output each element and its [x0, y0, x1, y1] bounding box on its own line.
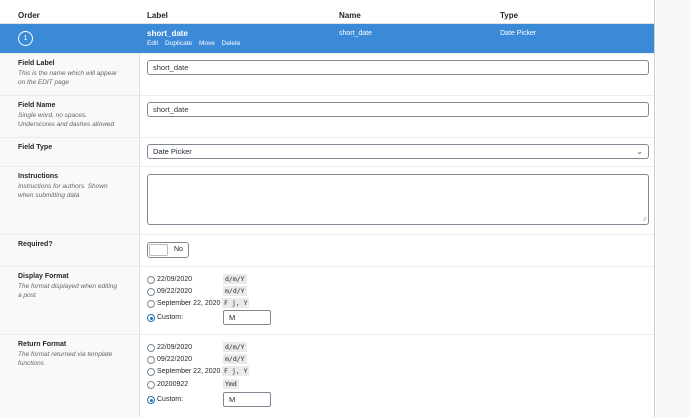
- format-code: F j, Y: [222, 366, 250, 376]
- column-label: Label: [147, 11, 168, 20]
- setting-required: Required? No: [0, 234, 654, 266]
- instructions-textarea[interactable]: ∕∕: [147, 174, 649, 225]
- setting-title: Return Format: [18, 341, 67, 348]
- setting-description: This is the name which will appear on th…: [18, 70, 117, 86]
- field-type-select[interactable]: Date Picker ⌄: [147, 144, 649, 159]
- setting-description: The format displayed when editing a post: [18, 283, 118, 299]
- setting-title: Field Name: [18, 102, 56, 109]
- field-type-value: Date Picker: [153, 147, 192, 156]
- radio-button[interactable]: [147, 276, 155, 284]
- setting-field-name: Field Name Single word, no spaces. Under…: [0, 95, 654, 137]
- format-code: Ymd: [223, 379, 239, 389]
- field-label-input[interactable]: short_date: [147, 60, 649, 75]
- chevron-down-icon: ⌄: [636, 147, 643, 156]
- setting-return-format: Return Format The format returned via te…: [0, 334, 654, 417]
- field-row-type: Date Picker: [500, 30, 537, 37]
- format-code: d/m/Y: [223, 342, 247, 352]
- display-format-custom-input[interactable]: M: [223, 310, 271, 325]
- setting-field-label: Field Label This is the name which will …: [0, 53, 654, 95]
- radio-button-selected[interactable]: [147, 314, 155, 322]
- setting-title: Field Label: [18, 60, 55, 67]
- setting-instructions: Instructions Instructions for authors. S…: [0, 166, 654, 234]
- radio-button[interactable]: [147, 381, 155, 389]
- setting-description: Single word, no spaces. Underscores and …: [18, 112, 115, 128]
- duplicate-link[interactable]: Duplicate: [165, 40, 192, 47]
- format-code: d/m/Y: [223, 274, 247, 284]
- move-link[interactable]: Move: [199, 40, 215, 47]
- column-name: Name: [339, 11, 361, 20]
- toggle-label: No: [174, 246, 183, 253]
- radio-button[interactable]: [147, 368, 155, 376]
- radio-button[interactable]: [147, 288, 155, 296]
- setting-display-format: Display Format The format displayed when…: [0, 266, 654, 334]
- format-code: m/d/Y: [223, 286, 247, 296]
- setting-title: Display Format: [18, 273, 69, 280]
- delete-link[interactable]: Delete: [222, 40, 241, 47]
- order-handle[interactable]: 1: [18, 31, 33, 46]
- page-background: [656, 0, 690, 417]
- field-row-name: short_date: [339, 30, 373, 37]
- radio-button[interactable]: [147, 356, 155, 364]
- field-row-selected[interactable]: 1 short_date Edit Duplicate Move Delete …: [0, 24, 654, 53]
- setting-title: Required?: [18, 241, 53, 248]
- column-order: Order: [18, 11, 40, 20]
- field-group-panel: Order Label Name Type 1 short_date Edit …: [0, 0, 655, 417]
- field-name-input[interactable]: short_date: [147, 102, 649, 117]
- resize-handle-icon[interactable]: ∕∕: [644, 217, 646, 223]
- required-toggle[interactable]: No: [147, 242, 189, 258]
- column-type: Type: [500, 11, 519, 20]
- field-row-actions: Edit Duplicate Move Delete: [147, 40, 245, 47]
- setting-field-type: Field Type Date Picker ⌄: [0, 137, 654, 166]
- setting-description: The format returned via template functio…: [18, 351, 113, 367]
- format-code: F j, Y: [222, 298, 250, 308]
- format-code: m/d/Y: [223, 354, 247, 364]
- setting-title: Instructions: [18, 173, 59, 180]
- fields-table-header: Order Label Name Type: [0, 0, 654, 24]
- field-row-label[interactable]: short_date: [147, 29, 188, 38]
- radio-button[interactable]: [147, 344, 155, 352]
- edit-link[interactable]: Edit: [147, 40, 158, 47]
- radio-button[interactable]: [147, 300, 155, 308]
- setting-description: Instructions for authors. Shown when sub…: [18, 183, 108, 199]
- toggle-knob: [149, 244, 168, 256]
- radio-button-selected[interactable]: [147, 396, 155, 404]
- return-format-custom-input[interactable]: M: [223, 392, 271, 407]
- setting-title: Field Type: [18, 144, 53, 151]
